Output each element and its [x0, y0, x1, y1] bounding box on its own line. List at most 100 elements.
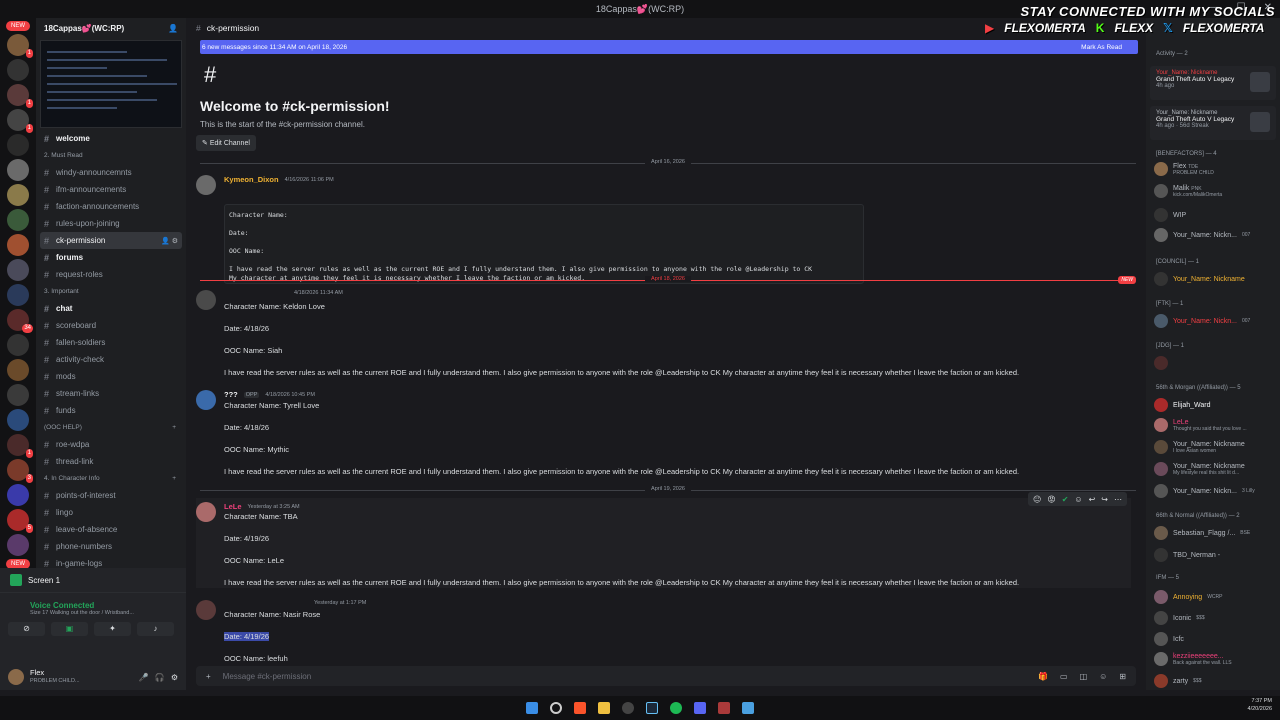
- avatar[interactable]: [196, 390, 216, 410]
- channel-item[interactable]: # request-roles: [36, 266, 186, 283]
- server-icon[interactable]: [7, 534, 29, 556]
- channel-item[interactable]: # forums: [36, 249, 186, 266]
- avatar[interactable]: [196, 175, 216, 195]
- avatar[interactable]: [196, 290, 216, 310]
- microphone-icon[interactable]: 🎤: [139, 673, 149, 682]
- server-icon[interactable]: [7, 334, 29, 356]
- new-pill[interactable]: NEW: [6, 21, 30, 31]
- server-icon[interactable]: [7, 409, 29, 431]
- channel-item[interactable]: # roe-wdpa: [36, 436, 186, 453]
- member-item[interactable]: Annoying WCRP: [1154, 590, 1222, 604]
- channel-item[interactable]: # lingo: [36, 504, 186, 521]
- category-important[interactable]: 3. Important: [36, 283, 186, 300]
- member-item[interactable]: WIP: [1154, 208, 1186, 222]
- channel-item[interactable]: # chat: [36, 300, 186, 317]
- server-icon[interactable]: [7, 359, 29, 381]
- channel-ck-permission[interactable]: # ck-permission 👤 ⚙: [40, 232, 182, 249]
- screen-share-button[interactable]: ▣: [51, 622, 88, 636]
- brave-icon[interactable]: [574, 702, 586, 714]
- member-item[interactable]: zarty $$$: [1154, 674, 1202, 688]
- server-icon[interactable]: [7, 134, 29, 156]
- member-item[interactable]: Flex TDE PROBLEM CHILD: [1154, 162, 1214, 176]
- server-icon[interactable]: 1: [7, 109, 33, 133]
- camera-off-button[interactable]: ⊘: [8, 622, 45, 636]
- spotify-icon[interactable]: [670, 702, 682, 714]
- avatar[interactable]: [196, 502, 216, 522]
- member-item[interactable]: kezziieeeeeee... Back against the wall. L…: [1154, 652, 1232, 666]
- stream-preview[interactable]: [40, 40, 182, 128]
- system-tray[interactable]: 7:37 PM 4/20/2026: [1248, 697, 1272, 713]
- activities-button[interactable]: ✦: [94, 622, 131, 636]
- channel-item[interactable]: # activity-check: [36, 351, 186, 368]
- reply-icon[interactable]: ↩: [1089, 495, 1096, 504]
- server-icon[interactable]: [7, 209, 29, 231]
- reaction-icon[interactable]: 😐: [1033, 495, 1041, 504]
- member-item[interactable]: Icfc: [1154, 632, 1184, 646]
- channel-item[interactable]: # rules-upon-joining: [36, 215, 186, 232]
- edit-channel-button[interactable]: ✎ Edit Channel: [196, 135, 256, 151]
- channel-item[interactable]: # scoreboard: [36, 317, 186, 334]
- server-icon[interactable]: [7, 234, 29, 256]
- add-channel-icon[interactable]: +: [172, 475, 176, 482]
- gta-icon[interactable]: [718, 702, 730, 714]
- member-item[interactable]: Your_Name: Nickname I love Asian women: [1154, 440, 1245, 454]
- server-header[interactable]: 18Cappas💕(WC:RP) 👤: [36, 18, 186, 38]
- activity-card[interactable]: Your_Name: Nickname Grand Theft Auto V L…: [1150, 106, 1276, 140]
- member-item[interactable]: Elijah_Ward: [1154, 398, 1210, 412]
- steam-icon[interactable]: [646, 702, 658, 714]
- add-friend-icon[interactable]: 👤: [168, 24, 178, 33]
- channel-settings-icon[interactable]: 👤 ⚙: [161, 237, 178, 245]
- member-item[interactable]: Your_Name: Nickn... 007: [1154, 228, 1250, 242]
- notepad-icon[interactable]: [742, 702, 754, 714]
- add-channel-icon[interactable]: +: [172, 424, 176, 431]
- channel-item[interactable]: # faction-announcements: [36, 198, 186, 215]
- server-icon[interactable]: 1: [7, 434, 33, 458]
- server-icon[interactable]: [7, 184, 29, 206]
- gift-icon[interactable]: 🎁: [1038, 672, 1048, 681]
- server-icon[interactable]: [7, 384, 29, 406]
- message[interactable]: 4/18/2026 11:34 AM Character Name: Keldo…: [196, 290, 1131, 380]
- gif-icon[interactable]: ▭: [1060, 672, 1068, 681]
- message-composer[interactable]: + Message #ck-permission 🎁 ▭ ◫ ☺ ⊞: [196, 666, 1136, 686]
- channel-item[interactable]: # thread-link: [36, 453, 186, 470]
- member-item[interactable]: Your_Name: Nickn... 3 Lilly: [1154, 484, 1255, 498]
- server-icon[interactable]: 34: [7, 309, 33, 333]
- server-icon[interactable]: 3: [7, 459, 33, 483]
- channel-item[interactable]: # phone-numbers: [36, 538, 186, 555]
- sticker-icon[interactable]: ◫: [1080, 672, 1088, 681]
- server-icon[interactable]: 1: [7, 84, 33, 108]
- check-reaction-icon[interactable]: ✔: [1062, 495, 1069, 504]
- message-author[interactable]: Kymeon_Dixon: [224, 175, 279, 184]
- server-icon[interactable]: [7, 59, 29, 81]
- channel-item[interactable]: # fallen-soldiers: [36, 334, 186, 351]
- message[interactable]: LeLe Yesterday at 3:25 AM Character Name…: [196, 498, 1131, 588]
- headphones-icon[interactable]: 🎧: [155, 673, 165, 682]
- channel-item[interactable]: # points-of-interest: [36, 487, 186, 504]
- discord-icon[interactable]: [694, 702, 706, 714]
- channel-item[interactable]: # ifm-announcements: [36, 181, 186, 198]
- search-icon[interactable]: [550, 702, 562, 714]
- member-item[interactable]: Your_Name: Nickname: [1154, 272, 1245, 286]
- add-attachment-icon[interactable]: +: [206, 672, 211, 681]
- mark-as-read-button[interactable]: Mark As Read: [1081, 44, 1122, 51]
- avatar[interactable]: [8, 669, 24, 685]
- message[interactable]: Yesterday at 1:17 PM Character Name: Nas…: [196, 600, 1131, 670]
- message[interactable]: ??? OPP 4/18/2026 10:45 PM Character Nam…: [196, 390, 1131, 480]
- obs-icon[interactable]: [622, 702, 634, 714]
- message-author[interactable]: LeLe: [224, 502, 242, 511]
- channel-item[interactable]: # mods: [36, 368, 186, 385]
- reaction-icon[interactable]: 😡: [1047, 495, 1055, 504]
- server-icon[interactable]: [7, 259, 29, 281]
- member-item[interactable]: Iconic $$$: [1154, 611, 1205, 625]
- channel-item[interactable]: # windy-announcemnts: [36, 164, 186, 181]
- user-panel[interactable]: Flex PROBLEM CHILD... 🎤 🎧 ⚙: [0, 664, 186, 690]
- windows-start-icon[interactable]: [526, 702, 538, 714]
- channel-item[interactable]: # funds: [36, 402, 186, 419]
- member-item[interactable]: Sebastian_Flagg /... BSE: [1154, 526, 1250, 540]
- server-icon[interactable]: [7, 484, 29, 506]
- emoji-icon[interactable]: ☺: [1099, 672, 1107, 681]
- soundboard-button[interactable]: ♪: [137, 622, 174, 636]
- member-item[interactable]: Your_Name: Nickn... 007: [1154, 314, 1250, 328]
- member-item[interactable]: TBD_Nerman -: [1154, 548, 1220, 562]
- category-must-read[interactable]: 2. Must Read: [36, 147, 186, 164]
